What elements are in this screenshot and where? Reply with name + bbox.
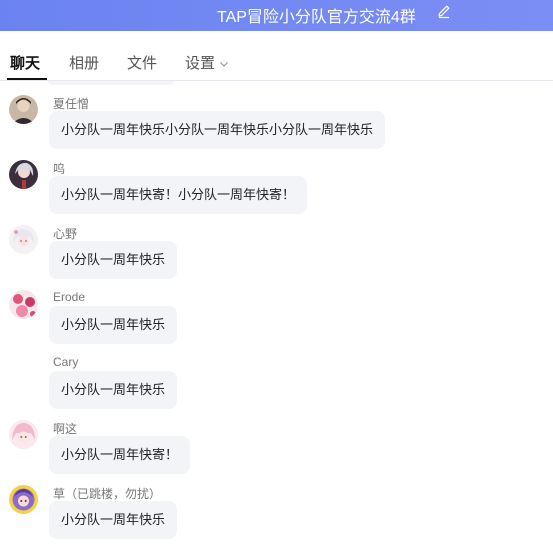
sender-name: 心野 — [53, 227, 78, 241]
avatar[interactable] — [9, 95, 38, 124]
group-header: TAP冒险小分队官方交流4群 — [0, 0, 553, 31]
message-bubble[interactable]: 小分队一周年快寄！ — [49, 436, 191, 474]
chat-message: Erode 小分队一周年快乐 — [0, 290, 553, 350]
chat-message: 心野 小分队一周年快乐 — [0, 225, 553, 285]
chat-message: 夏任憎 小分队一周年快乐小分队一周年快乐小分队一周年快乐 — [0, 95, 553, 155]
chat-message: 草（已跳楼，勿扰） 小分队一周年快乐 — [0, 485, 553, 545]
message-bubble[interactable]: 小分队一周年快寄！小分队一周年快寄！ — [49, 176, 308, 214]
message-bubble[interactable]: 小分队一周年快乐 — [49, 306, 178, 344]
sender-name: Erode — [53, 290, 86, 304]
sender-name: Cary — [53, 355, 79, 369]
chat-message: 呜 小分队一周年快寄！小分队一周年快寄！ — [0, 160, 553, 220]
active-tab-indicator — [7, 78, 47, 80]
tab-chat[interactable]: 聊天 — [10, 52, 40, 73]
sender-name: 呜 — [53, 162, 66, 176]
tab-settings[interactable]: 设置 — [185, 52, 229, 73]
message-bubble[interactable]: 小分队一周年快乐 — [49, 501, 178, 539]
sender-name: 草（已跳楼，勿扰） — [53, 487, 162, 501]
previous-message-bubble-edge — [48, 81, 174, 85]
tab-settings-label: 设置 — [185, 55, 216, 72]
avatar[interactable] — [9, 485, 38, 514]
group-title: TAP冒险小分队官方交流4群 — [217, 9, 416, 26]
avatar[interactable] — [9, 420, 38, 449]
avatar[interactable] — [9, 225, 38, 254]
edit-icon[interactable] — [436, 3, 452, 19]
chevron-down-icon — [220, 62, 228, 67]
avatar[interactable] — [9, 160, 38, 189]
sender-name: 夏任憎 — [53, 97, 90, 111]
chat-message: 啊这 小分队一周年快寄！ — [0, 420, 553, 480]
message-bubble[interactable]: 小分队一周年快乐 — [49, 371, 178, 409]
sender-name: 啊这 — [53, 422, 78, 436]
tab-bar: 聊天 相册 文件 设置 — [0, 31, 553, 81]
message-bubble[interactable]: 小分队一周年快乐 — [49, 241, 178, 279]
tab-files[interactable]: 文件 — [127, 52, 157, 73]
tab-album[interactable]: 相册 — [69, 52, 99, 73]
chat-message: Cary 小分队一周年快乐 — [0, 355, 553, 415]
avatar[interactable] — [9, 290, 38, 319]
message-bubble[interactable]: 小分队一周年快乐小分队一周年快乐小分队一周年快乐 — [49, 111, 386, 149]
